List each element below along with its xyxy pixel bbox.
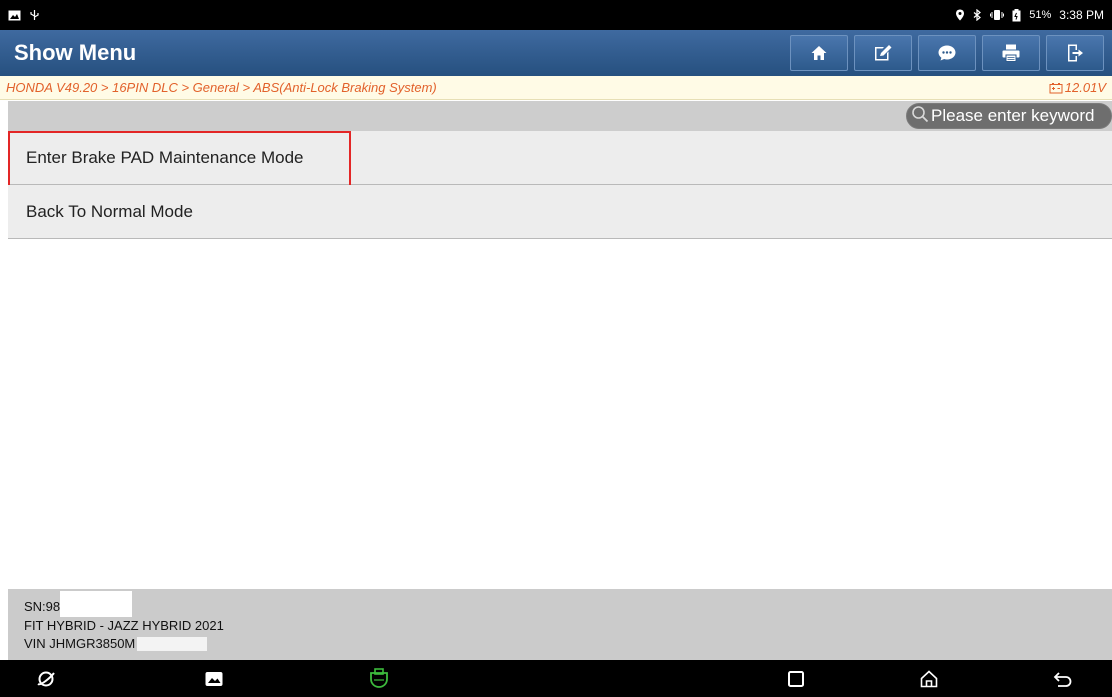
message-button[interactable]: [918, 35, 976, 71]
back-icon: [1053, 670, 1073, 688]
battery-icon: [1012, 8, 1021, 22]
home-nav-button[interactable]: [918, 668, 940, 690]
print-icon: [1001, 43, 1021, 63]
title-bar: Show Menu: [0, 30, 1112, 76]
status-left: [8, 9, 40, 21]
exit-button[interactable]: [1046, 35, 1104, 71]
vehicle-model-text: FIT HYBRID - JAZZ HYBRID 2021: [24, 618, 224, 633]
status-right: 51% 3:38 PM: [955, 8, 1104, 22]
navigation-bar: [0, 660, 1112, 697]
image-icon: [8, 10, 21, 21]
edit-button[interactable]: [854, 35, 912, 71]
search-strip: [8, 101, 1112, 131]
battery-voltage-icon: [1049, 82, 1063, 94]
message-icon: [937, 44, 957, 62]
recents-icon: [787, 670, 805, 688]
search-input[interactable]: [931, 106, 1111, 126]
serial-number-line: SN:98: [24, 591, 1112, 617]
clock: 3:38 PM: [1059, 8, 1104, 22]
menu-item-enter-brake-pad-maintenance[interactable]: Enter Brake PAD Maintenance Mode: [8, 131, 1112, 189]
voltage-indicator: 12.01V: [1049, 80, 1106, 95]
voltage-value: 12.01V: [1064, 80, 1106, 95]
vehicle-info: SN:98 FIT HYBRID - JAZZ HYBRID 2021 VIN …: [8, 589, 1112, 660]
app-screen: 51% 3:38 PM Show Menu HONDA V49.20 > 16P…: [0, 0, 1112, 697]
toolbar: [790, 30, 1112, 76]
breadcrumb: HONDA V49.20 > 16PIN DLC > General > ABS…: [6, 80, 437, 95]
search-box[interactable]: [906, 103, 1112, 129]
menu-list: Enter Brake PAD Maintenance Mode Back To…: [8, 131, 1112, 239]
vci-icon: [367, 667, 391, 691]
serial-number: SN:98: [24, 599, 61, 614]
exit-icon: [1066, 43, 1084, 63]
vin-line: VIN JHMGR3850M: [24, 635, 1112, 653]
home-icon: [810, 44, 828, 62]
back-button[interactable]: [1052, 668, 1074, 690]
vci-button[interactable]: [367, 667, 391, 691]
redacted-block: [137, 637, 208, 651]
breadcrumb-bar: HONDA V49.20 > 16PIN DLC > General > ABS…: [0, 76, 1112, 100]
search-icon: [911, 105, 929, 128]
location-icon: [955, 9, 965, 21]
browser-button[interactable]: [35, 668, 57, 690]
home-button[interactable]: [790, 35, 848, 71]
battery-percent: 51%: [1029, 9, 1052, 21]
menu-item-label: Enter Brake PAD Maintenance Mode: [26, 147, 304, 167]
gallery-icon: [204, 670, 224, 688]
browser-icon: [35, 668, 57, 690]
redacted-block: [60, 591, 133, 617]
vibrate-icon: [990, 9, 1005, 21]
menu-item-back-to-normal[interactable]: Back To Normal Mode: [8, 185, 1112, 239]
print-button[interactable]: [982, 35, 1040, 71]
status-bar: 51% 3:38 PM: [0, 0, 1112, 30]
bluetooth-icon: [973, 9, 982, 21]
gallery-button[interactable]: [203, 668, 225, 690]
menu-item-label: Back To Normal Mode: [26, 201, 193, 221]
vin: VIN JHMGR3850M: [24, 636, 136, 651]
edit-icon: [873, 44, 893, 62]
recents-button[interactable]: [785, 668, 807, 690]
vehicle-model: FIT HYBRID - JAZZ HYBRID 2021: [24, 617, 1112, 635]
page-title: Show Menu: [14, 40, 137, 65]
usb-icon: [29, 9, 40, 21]
home-nav-icon: [919, 669, 939, 689]
